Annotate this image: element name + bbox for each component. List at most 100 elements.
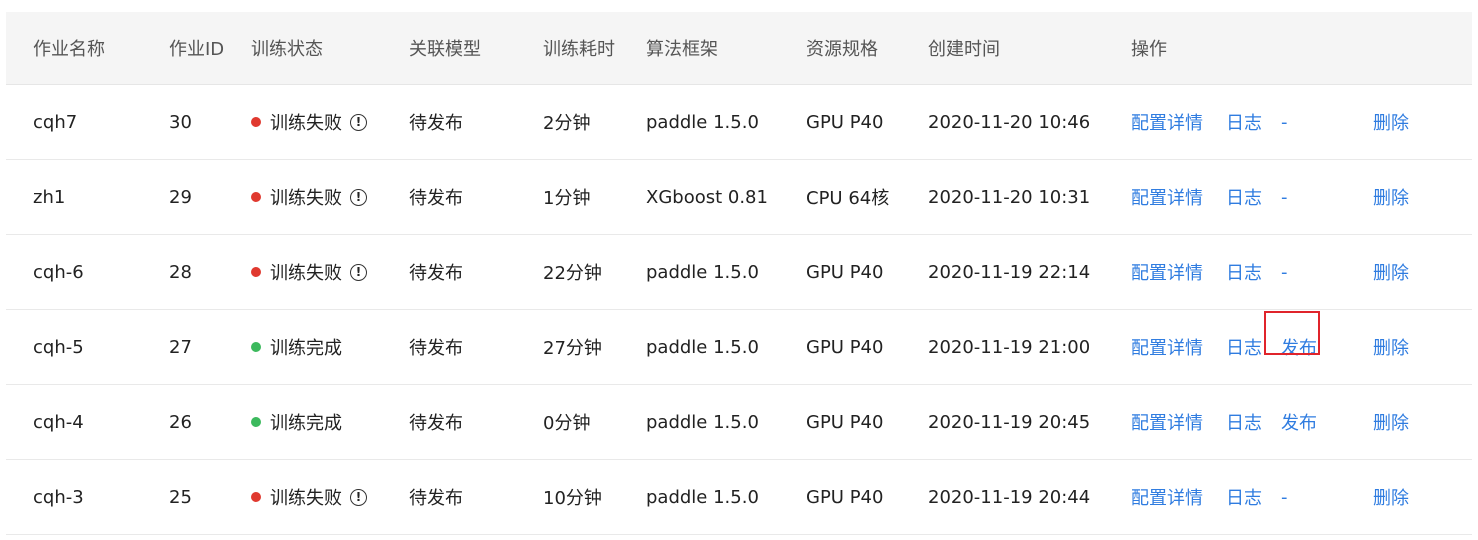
job-created: 2020-11-20 10:31 xyxy=(928,186,1091,208)
warning-icon[interactable]: ! xyxy=(350,113,367,131)
job-resource: GPU P40 xyxy=(806,411,884,433)
delete-link[interactable]: 删除 xyxy=(1373,235,1409,309)
header-status: 训练状态 xyxy=(251,39,323,60)
header-duration: 训练耗时 xyxy=(543,39,615,60)
delete-link[interactable]: 删除 xyxy=(1373,85,1409,159)
job-duration: 27分钟 xyxy=(543,338,602,359)
log-link[interactable]: 日志 xyxy=(1226,85,1262,159)
delete-link[interactable]: 删除 xyxy=(1373,460,1409,534)
log-link[interactable]: 日志 xyxy=(1226,460,1262,534)
warning-icon[interactable]: ! xyxy=(350,488,367,506)
job-framework: paddle 1.5.0 xyxy=(646,261,759,283)
job-name: cqh-6 xyxy=(33,261,84,283)
table-row: cqh-3 25 训练失败 ! 待发布 10分钟 paddle 1.5.0 GP… xyxy=(6,460,1472,535)
job-name: cqh-4 xyxy=(33,411,84,433)
job-framework: paddle 1.5.0 xyxy=(646,111,759,133)
publish-link: - xyxy=(1281,111,1288,133)
header-resource: 资源规格 xyxy=(806,39,878,60)
publish-link: - xyxy=(1281,486,1288,508)
table-row: cqh7 30 训练失败 ! 待发布 2分钟 paddle 1.5.0 GPU … xyxy=(6,85,1472,160)
table-row: cqh-6 28 训练失败 ! 待发布 22分钟 paddle 1.5.0 GP… xyxy=(6,235,1472,310)
config-details-link[interactable]: 配置详情 xyxy=(1131,160,1203,234)
job-created: 2020-11-20 10:46 xyxy=(928,111,1091,133)
training-jobs-table: 作业名称 作业ID 训练状态 关联模型 训练耗时 算法框架 资源规格 创建时间 … xyxy=(6,12,1472,535)
config-details-link[interactable]: 配置详情 xyxy=(1131,385,1203,459)
table-row: cqh-4 26 训练完成 待发布 0分钟 paddle 1.5.0 GPU P… xyxy=(6,385,1472,460)
job-id: 27 xyxy=(169,336,192,358)
header-created: 创建时间 xyxy=(928,39,1000,60)
log-link[interactable]: 日志 xyxy=(1226,235,1262,309)
config-details-link[interactable]: 配置详情 xyxy=(1131,460,1203,534)
job-status: 训练完成 xyxy=(251,310,342,384)
config-details-link[interactable]: 配置详情 xyxy=(1131,310,1203,384)
job-name: cqh7 xyxy=(33,111,78,133)
job-name: cqh-3 xyxy=(33,486,84,508)
header-ops: 操作 xyxy=(1131,39,1167,60)
job-name: zh1 xyxy=(33,186,66,208)
job-id: 26 xyxy=(169,411,192,433)
delete-link[interactable]: 删除 xyxy=(1373,310,1409,384)
job-framework: paddle 1.5.0 xyxy=(646,486,759,508)
job-status: 训练完成 xyxy=(251,385,342,459)
job-created: 2020-11-19 22:14 xyxy=(928,261,1091,283)
job-model: 待发布 xyxy=(409,263,463,284)
header-model: 关联模型 xyxy=(409,39,481,60)
job-status: 训练失败 ! xyxy=(251,85,367,159)
config-details-link[interactable]: 配置详情 xyxy=(1131,235,1203,309)
status-dot-icon xyxy=(251,492,261,502)
status-label: 训练完成 xyxy=(270,413,342,434)
job-duration: 1分钟 xyxy=(543,188,591,209)
status-dot-icon xyxy=(251,342,261,352)
job-duration: 10分钟 xyxy=(543,488,602,509)
job-id: 28 xyxy=(169,261,192,283)
job-name: cqh-5 xyxy=(33,336,84,358)
job-created: 2020-11-19 20:44 xyxy=(928,486,1091,508)
job-model: 待发布 xyxy=(409,488,463,509)
publish-link[interactable]: 发布 xyxy=(1281,385,1317,459)
table-header: 作业名称 作业ID 训练状态 关联模型 训练耗时 算法框架 资源规格 创建时间 … xyxy=(6,12,1472,85)
job-duration: 2分钟 xyxy=(543,113,591,134)
delete-link[interactable]: 删除 xyxy=(1373,385,1409,459)
job-model: 待发布 xyxy=(409,413,463,434)
log-link[interactable]: 日志 xyxy=(1226,310,1262,384)
warning-icon[interactable]: ! xyxy=(350,263,367,281)
status-label: 训练失败 xyxy=(270,113,342,134)
status-label: 训练完成 xyxy=(270,338,342,359)
job-resource: GPU P40 xyxy=(806,336,884,358)
status-label: 训练失败 xyxy=(270,188,342,209)
table-row: zh1 29 训练失败 ! 待发布 1分钟 XGboost 0.81 CPU 6… xyxy=(6,160,1472,235)
publish-highlight-box xyxy=(1264,311,1320,355)
warning-icon[interactable]: ! xyxy=(350,188,367,206)
status-dot-icon xyxy=(251,192,261,202)
job-framework: paddle 1.5.0 xyxy=(646,336,759,358)
config-details-link[interactable]: 配置详情 xyxy=(1131,85,1203,159)
job-status: 训练失败 ! xyxy=(251,235,367,309)
status-dot-icon xyxy=(251,267,261,277)
job-created: 2020-11-19 21:00 xyxy=(928,336,1091,358)
job-framework: paddle 1.5.0 xyxy=(646,411,759,433)
delete-link[interactable]: 删除 xyxy=(1373,160,1409,234)
header-id: 作业ID xyxy=(169,39,225,60)
header-name: 作业名称 xyxy=(33,39,105,60)
job-model: 待发布 xyxy=(409,113,463,134)
job-id: 25 xyxy=(169,486,192,508)
job-resource: GPU P40 xyxy=(806,486,884,508)
status-dot-icon xyxy=(251,117,261,127)
log-link[interactable]: 日志 xyxy=(1226,385,1262,459)
job-duration: 0分钟 xyxy=(543,413,591,434)
job-duration: 22分钟 xyxy=(543,263,602,284)
job-resource: CPU 64核 xyxy=(806,188,890,209)
job-id: 29 xyxy=(169,186,192,208)
job-model: 待发布 xyxy=(409,338,463,359)
log-link[interactable]: 日志 xyxy=(1226,160,1262,234)
publish-link: - xyxy=(1281,186,1288,208)
job-resource: GPU P40 xyxy=(806,261,884,283)
status-label: 训练失败 xyxy=(270,263,342,284)
publish-link: - xyxy=(1281,261,1288,283)
job-model: 待发布 xyxy=(409,188,463,209)
job-id: 30 xyxy=(169,111,192,133)
job-created: 2020-11-19 20:45 xyxy=(928,411,1091,433)
job-status: 训练失败 ! xyxy=(251,160,367,234)
job-status: 训练失败 ! xyxy=(251,460,367,534)
status-label: 训练失败 xyxy=(270,488,342,509)
